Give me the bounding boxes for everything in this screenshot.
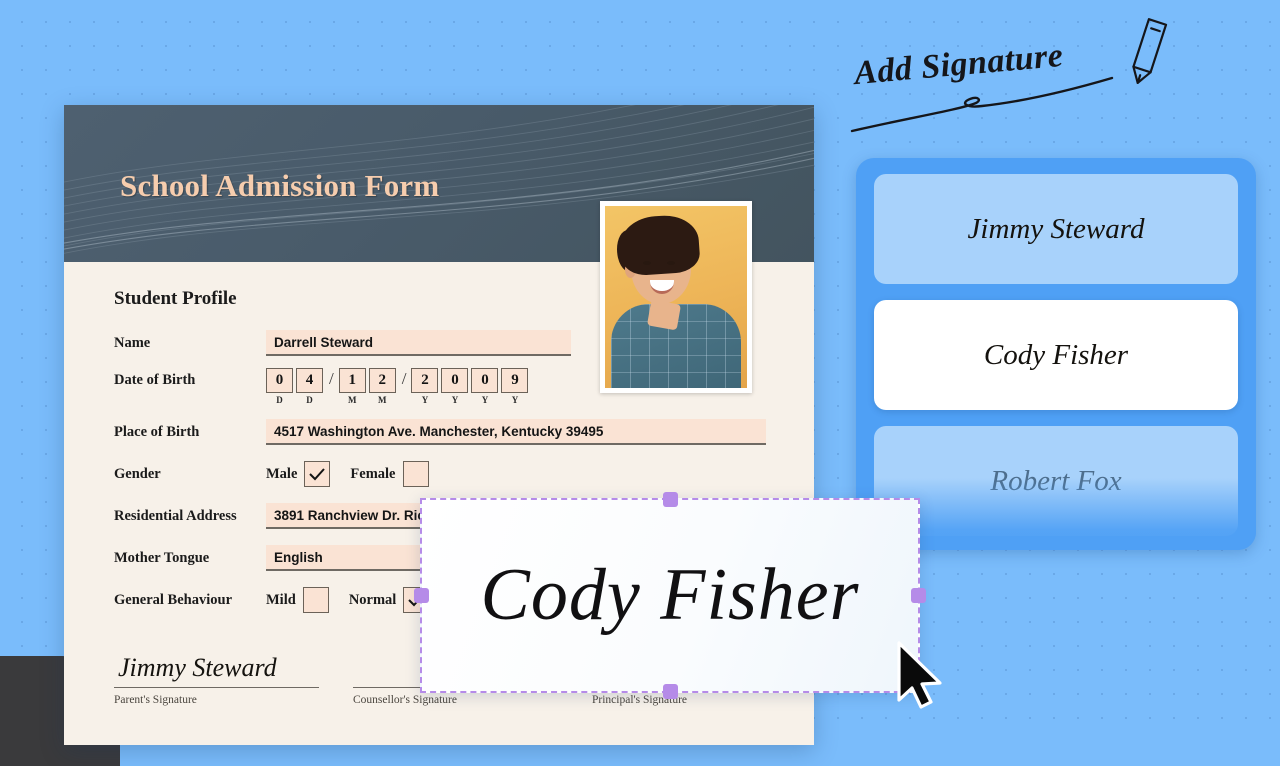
signature-option-cody-fisher[interactable]: Cody Fisher (874, 300, 1238, 410)
dob-input-group[interactable]: 0 D 4 D / 1 M 2 M / 2 Y 0 Y 0 Y 9 Y (266, 368, 531, 405)
dob-month-2[interactable]: 2 (368, 368, 396, 393)
signature-option-label: Robert Fox (990, 464, 1122, 497)
mouse-cursor-arrow (897, 641, 942, 709)
student-portrait-image (605, 206, 747, 388)
resize-handle-middle-left[interactable] (414, 588, 429, 603)
dob-day-1[interactable]: 0 (266, 368, 293, 393)
field-row-place-of-birth: Place of Birth 4517 Washington Ave. Manc… (114, 415, 814, 449)
label-general-behaviour: General Behaviour (114, 591, 233, 608)
dob-month-1[interactable]: 1 (338, 368, 366, 393)
dragged-signature-selection[interactable]: Cody Fisher (414, 492, 926, 699)
dob-year-4-hint: Y (511, 395, 519, 405)
dob-year-4[interactable]: 9 (501, 368, 529, 393)
dob-separator-2: / (401, 369, 407, 388)
label-residential-address: Residential Address (114, 507, 237, 524)
pencil-icon (1132, 18, 1168, 84)
signature-option-jimmy-steward[interactable]: Jimmy Steward (874, 174, 1238, 284)
checkbox-behaviour-mild[interactable] (302, 587, 329, 613)
signature-principal-caption: Principal's Signature (592, 694, 688, 706)
resize-handle-bottom-middle[interactable] (662, 684, 678, 699)
student-photo-frame (600, 201, 752, 393)
signature-option-label: Jimmy Steward (967, 212, 1145, 245)
dob-separator-1: / (329, 369, 334, 388)
resize-handle-top-middle[interactable] (662, 492, 678, 507)
form-title: School Admission Form (120, 168, 440, 203)
label-gender-male: Male (266, 465, 298, 482)
dob-year-2[interactable]: 0 (441, 368, 469, 393)
signature-slot-parent[interactable]: Jimmy Steward Parent's Signature (114, 631, 319, 706)
dob-month-2-hint: M (377, 395, 387, 405)
signature-option-label: Cody Fisher (983, 338, 1129, 371)
dragged-signature-text: Cody Fisher (480, 554, 860, 636)
signature-parent-caption: Parent's Signature (114, 694, 197, 706)
checkmark-icon (309, 468, 326, 481)
label-place-of-birth: Place of Birth (114, 423, 200, 440)
signature-options-panel[interactable]: Jimmy Steward Cody Fisher Robert Fox (856, 158, 1256, 550)
signature-counsellor-caption: Counsellor's Signature (353, 694, 457, 706)
label-behaviour-mild: Mild (266, 591, 296, 608)
checkbox-gender-male[interactable] (304, 461, 331, 487)
label-mother-tongue: Mother Tongue (114, 549, 210, 566)
input-name[interactable]: Darrell Steward (266, 330, 571, 356)
signature-option-robert-fox[interactable]: Robert Fox (874, 426, 1238, 536)
resize-handle-middle-right[interactable] (911, 588, 926, 603)
input-place-of-birth[interactable]: 4517 Washington Ave. Manchester, Kentuck… (266, 419, 766, 445)
label-name: Name (114, 334, 151, 351)
label-gender-female: Female (350, 465, 396, 482)
checkbox-gender-female[interactable] (402, 461, 429, 487)
dob-year-3-hint: Y (481, 395, 489, 405)
swoosh-underline-icon (850, 76, 1114, 133)
dob-year-3[interactable]: 0 (471, 368, 499, 393)
dob-year-1-hint: Y (421, 395, 429, 405)
label-behaviour-normal: Normal (348, 591, 397, 608)
dob-year-1[interactable]: 2 (411, 368, 439, 393)
label-gender: Gender (114, 465, 161, 482)
label-date-of-birth: Date of Birth (114, 372, 196, 388)
dob-month-1-hint: M (347, 395, 357, 405)
dob-day-2[interactable]: 4 (296, 368, 323, 393)
add-signature-heading-group: Add Signature (848, 18, 1168, 133)
dob-day-1-hint: D (276, 395, 283, 405)
signature-parent-value: Jimmy Steward (118, 653, 277, 682)
field-row-gender: Gender Male Female (114, 457, 814, 491)
dob-year-2-hint: Y (451, 395, 459, 405)
signature-rule (114, 687, 319, 688)
dob-day-2-hint: D (306, 395, 313, 405)
